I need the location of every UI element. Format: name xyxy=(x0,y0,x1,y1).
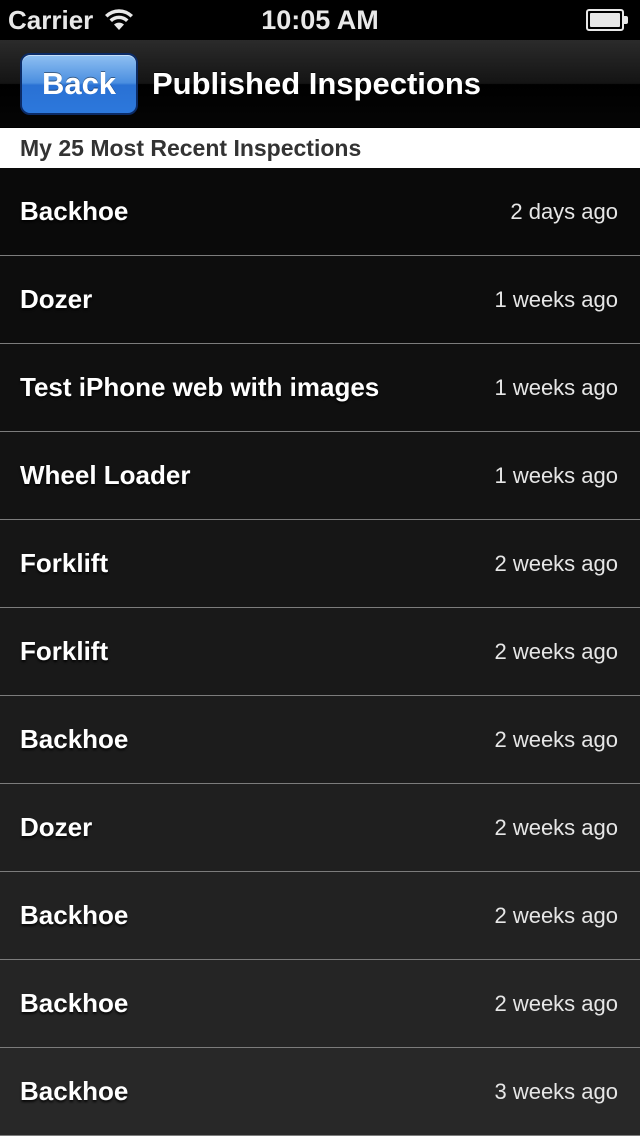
status-left: Carrier xyxy=(8,5,135,36)
inspection-time: 2 weeks ago xyxy=(494,990,618,1016)
wifi-icon xyxy=(103,8,135,32)
inspection-title: Test iPhone web with images xyxy=(20,372,380,402)
inspection-time: 2 weeks ago xyxy=(494,638,618,664)
list-item[interactable]: Dozer 2 weeks ago xyxy=(0,784,640,872)
list-item[interactable]: Backhoe 2 days ago xyxy=(0,168,640,256)
list-item[interactable]: Wheel Loader 1 weeks ago xyxy=(0,432,640,520)
back-button[interactable]: Back xyxy=(20,52,138,115)
list-item[interactable]: Test iPhone web with images 1 weeks ago xyxy=(0,344,640,432)
inspection-time: 2 days ago xyxy=(510,198,618,224)
list-item[interactable]: Backhoe 2 weeks ago xyxy=(0,960,640,1048)
inspection-time: 1 weeks ago xyxy=(494,374,618,400)
inspection-title: Dozer xyxy=(20,812,93,842)
page-title: Published Inspections xyxy=(152,65,481,101)
list-item[interactable]: Backhoe 3 weeks ago xyxy=(0,1048,640,1136)
inspection-time: 2 weeks ago xyxy=(494,726,618,752)
inspection-title: Backhoe xyxy=(20,900,129,930)
inspection-title: Backhoe xyxy=(20,988,129,1018)
inspection-time: 2 weeks ago xyxy=(494,902,618,928)
inspection-title: Forklift xyxy=(20,636,109,666)
inspection-title: Wheel Loader xyxy=(20,460,191,490)
list-item[interactable]: Backhoe 2 weeks ago xyxy=(0,696,640,784)
list-item[interactable]: Dozer 1 weeks ago xyxy=(0,256,640,344)
inspection-list: Backhoe 2 days ago Dozer 1 weeks ago Test iP… xyxy=(0,168,640,1136)
inspection-time: 1 weeks ago xyxy=(494,462,618,488)
inspection-title: Forklift xyxy=(20,548,109,578)
status-bar: Carrier 10:05 AM xyxy=(0,0,640,40)
inspection-time: 3 weeks ago xyxy=(494,1078,618,1104)
list-item[interactable]: Forklift 2 weeks ago xyxy=(0,608,640,696)
carrier-label: Carrier xyxy=(8,4,94,35)
inspection-time: 2 weeks ago xyxy=(494,814,618,840)
battery-icon xyxy=(586,9,628,31)
navigation-bar: Back Published Inspections xyxy=(0,40,640,128)
inspection-title: Backhoe xyxy=(20,724,129,754)
inspection-title: Backhoe xyxy=(20,1076,129,1106)
list-item[interactable]: Backhoe 2 weeks ago xyxy=(0,872,640,960)
inspection-title: Backhoe xyxy=(20,196,129,226)
inspection-time: 1 weeks ago xyxy=(494,286,618,312)
list-item[interactable]: Forklift 2 weeks ago xyxy=(0,520,640,608)
inspection-time: 2 weeks ago xyxy=(494,550,618,576)
section-header: My 25 Most Recent Inspections xyxy=(0,128,640,168)
inspection-title: Dozer xyxy=(20,284,93,314)
